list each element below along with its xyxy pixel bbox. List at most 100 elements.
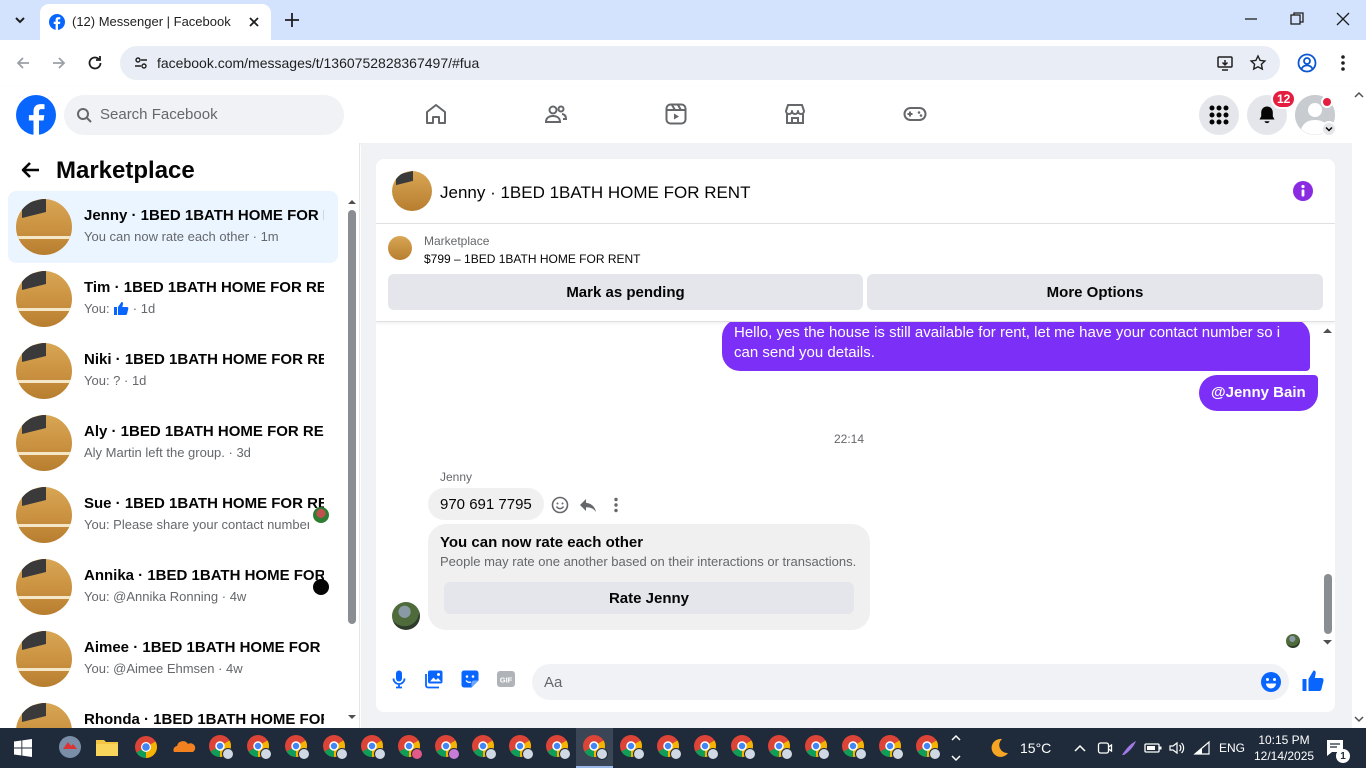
conversation-item-aimee[interactable]: Aimee · 1BED 1BATH HOME FOR RENT You: @A… bbox=[8, 623, 338, 695]
windows-start-icon[interactable] bbox=[14, 739, 32, 757]
marketplace-icon[interactable] bbox=[783, 102, 807, 126]
chrome-profile-icon[interactable] bbox=[767, 734, 793, 760]
network-icon[interactable] bbox=[1193, 740, 1211, 756]
forward-arrow-icon[interactable] bbox=[50, 54, 68, 72]
chrome-profile-icon[interactable] bbox=[804, 734, 830, 760]
conversation-item-niki[interactable]: Niki · 1BED 1BATH HOME FOR RENT You: ? ·… bbox=[8, 335, 338, 407]
more-actions-icon[interactable] bbox=[607, 496, 625, 514]
emoji-picker-icon[interactable] bbox=[1260, 671, 1282, 693]
minimize-window-icon[interactable] bbox=[1243, 11, 1259, 27]
chat-title[interactable]: Jenny · 1BED 1BATH HOME FOR RENT bbox=[440, 183, 750, 203]
url-text[interactable]: facebook.com/messages/t/1360752828367497… bbox=[157, 55, 479, 71]
conversation-item-jenny[interactable]: Jenny · 1BED 1BATH HOME FOR RENT You can… bbox=[8, 191, 338, 263]
reply-icon[interactable] bbox=[579, 496, 597, 514]
conversation-item-aly[interactable]: Aly · 1BED 1BATH HOME FOR RENT Aly Marti… bbox=[8, 407, 338, 479]
sidebar-scrollbar[interactable] bbox=[345, 193, 359, 728]
facebook-search-input[interactable]: Search Facebook bbox=[64, 95, 344, 135]
incoming-message[interactable]: 970 691 7795 bbox=[428, 488, 544, 520]
restore-window-icon[interactable] bbox=[1289, 11, 1305, 27]
chat-scroll-thumb[interactable] bbox=[1324, 574, 1332, 634]
site-settings-icon[interactable] bbox=[133, 55, 149, 71]
system-clock[interactable]: 10:15 PM 12/14/2025 bbox=[1254, 732, 1314, 764]
conversation-item-sue[interactable]: Sue · 1BED 1BATH HOME FOR RENT You: Plea… bbox=[8, 479, 338, 551]
account-chevron-icon[interactable] bbox=[1321, 121, 1337, 137]
chrome-profile-icon[interactable] bbox=[208, 734, 234, 760]
microphone-icon[interactable] bbox=[389, 669, 409, 689]
reload-icon[interactable] bbox=[86, 54, 104, 72]
close-window-icon[interactable] bbox=[1335, 11, 1351, 27]
chrome-profile-icon[interactable] bbox=[434, 734, 460, 760]
home-icon[interactable] bbox=[424, 102, 448, 126]
volume-icon[interactable] bbox=[1168, 740, 1186, 756]
facebook-logo-icon[interactable] bbox=[16, 95, 56, 135]
mark-as-pending-button[interactable]: Mark as pending bbox=[388, 274, 863, 310]
conversation-item-annika[interactable]: Annika · 1BED 1BATH HOME FOR RENT You: @… bbox=[8, 551, 338, 623]
chat-avatar[interactable] bbox=[392, 171, 432, 211]
back-arrow-icon[interactable] bbox=[21, 160, 41, 180]
listing-title[interactable]: $799 – 1BED 1BATH HOME FOR RENT bbox=[424, 252, 641, 266]
send-like-icon[interactable] bbox=[1301, 669, 1325, 693]
back-arrow-icon[interactable] bbox=[14, 54, 32, 72]
chrome-profile-icon[interactable] bbox=[582, 734, 608, 760]
rate-jenny-button[interactable]: Rate Jenny bbox=[444, 582, 854, 614]
rating-card-heading: You can now rate each other bbox=[440, 534, 644, 551]
weather-moon-icon[interactable] bbox=[988, 737, 1010, 759]
chrome-profile-icon[interactable] bbox=[471, 734, 497, 760]
more-options-button[interactable]: More Options bbox=[867, 274, 1323, 310]
friends-icon[interactable] bbox=[544, 102, 568, 126]
pen-icon[interactable] bbox=[1120, 739, 1138, 757]
chrome-profile-icon[interactable] bbox=[730, 734, 756, 760]
chrome-profile-icon[interactable] bbox=[545, 734, 571, 760]
install-app-icon[interactable] bbox=[1216, 54, 1234, 72]
message-input[interactable]: Aa bbox=[532, 664, 1289, 700]
menu-grid-button[interactable] bbox=[1199, 95, 1239, 135]
weather-temperature[interactable]: 15°C bbox=[1020, 740, 1051, 780]
listing-avatar bbox=[16, 343, 72, 399]
chrome-profile-icon[interactable] bbox=[656, 734, 682, 760]
file-explorer-icon[interactable] bbox=[94, 734, 120, 760]
input-language[interactable]: ENG bbox=[1219, 741, 1245, 781]
chrome-profile-icon[interactable] bbox=[619, 734, 645, 760]
react-emoji-icon[interactable] bbox=[551, 496, 569, 514]
jenny-avatar[interactable] bbox=[392, 602, 420, 630]
video-icon[interactable] bbox=[664, 102, 688, 126]
gif-icon[interactable]: GIF bbox=[496, 669, 516, 689]
browser-menu-icon[interactable] bbox=[1335, 53, 1351, 73]
taskbar-app-icon[interactable] bbox=[57, 734, 83, 760]
chrome-profile-icon[interactable] bbox=[693, 734, 719, 760]
page-scrollbar[interactable] bbox=[1352, 86, 1366, 728]
listing-thumbnail[interactable] bbox=[388, 236, 412, 260]
chrome-profile-icon[interactable] bbox=[322, 734, 348, 760]
attach-photo-icon[interactable] bbox=[424, 669, 444, 689]
chrome-profile-icon[interactable] bbox=[360, 734, 386, 760]
chrome-profile-icon[interactable] bbox=[284, 734, 310, 760]
address-bar[interactable]: facebook.com/messages/t/1360752828367497… bbox=[120, 46, 1280, 80]
chrome-profile-icon[interactable] bbox=[508, 734, 534, 760]
tab-search-chevron-icon[interactable] bbox=[8, 8, 32, 32]
meet-now-icon[interactable] bbox=[1097, 740, 1113, 756]
new-tab-plus-icon[interactable] bbox=[282, 10, 302, 30]
chrome-profile-icon[interactable] bbox=[841, 734, 867, 760]
browser-tab[interactable]: (12) Messenger | Facebook bbox=[40, 4, 271, 40]
cloudflare-icon[interactable] bbox=[170, 734, 196, 760]
chat-scrollbar[interactable] bbox=[1320, 322, 1335, 652]
sidebar-scroll-thumb[interactable] bbox=[348, 210, 356, 624]
taskbar-overflow-icon[interactable] bbox=[949, 730, 963, 766]
conversation-item-rhonda[interactable]: Rhonda · 1BED 1BATH HOME FOR RENT bbox=[8, 695, 338, 728]
chrome-profile-icon[interactable] bbox=[246, 734, 272, 760]
chrome-profile-icon[interactable] bbox=[915, 734, 941, 760]
gaming-icon[interactable] bbox=[903, 102, 927, 126]
bookmark-star-icon[interactable] bbox=[1249, 54, 1267, 72]
browser-profile-icon[interactable] bbox=[1297, 53, 1317, 73]
show-hidden-icons-icon[interactable] bbox=[1073, 741, 1087, 755]
chrome-icon[interactable] bbox=[133, 734, 159, 760]
sticker-icon[interactable] bbox=[460, 669, 480, 689]
conversation-item-tim[interactable]: Tim · 1BED 1BATH HOME FOR RENT You: · 1d bbox=[8, 263, 338, 335]
battery-icon[interactable] bbox=[1144, 740, 1162, 756]
outgoing-mention-message[interactable]: @Jenny Bain bbox=[1199, 375, 1318, 411]
outgoing-message[interactable]: Hello, yes the house is still available … bbox=[722, 322, 1310, 371]
tab-close-icon[interactable] bbox=[245, 13, 263, 31]
chrome-profile-icon[interactable] bbox=[397, 734, 423, 760]
chrome-profile-icon[interactable] bbox=[878, 734, 904, 760]
info-icon[interactable] bbox=[1293, 181, 1313, 201]
